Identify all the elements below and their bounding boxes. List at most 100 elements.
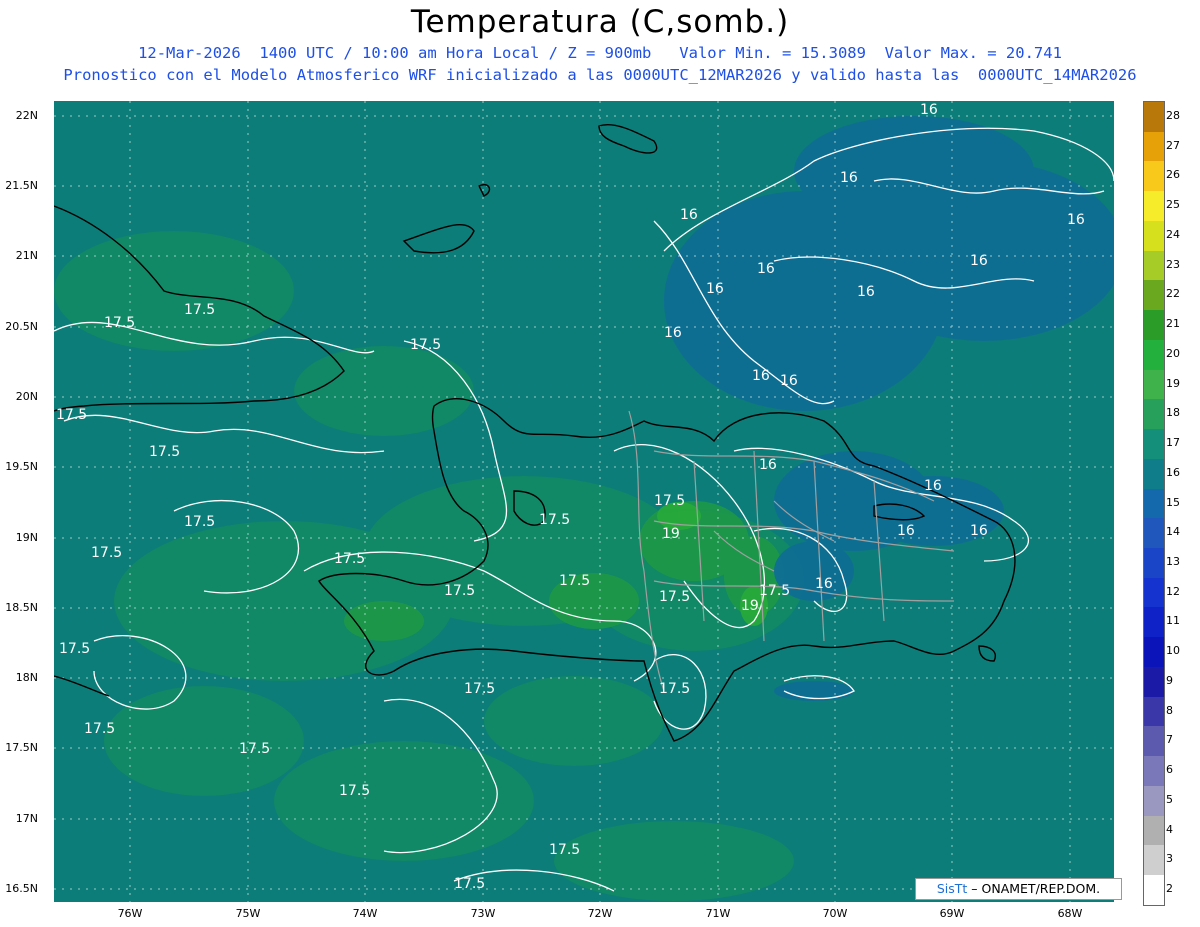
contour-label: 16	[1067, 212, 1085, 228]
contour-label: 17.5	[149, 444, 180, 460]
color-scale-label: 9	[1166, 673, 1173, 687]
color-scale-label: 16	[1166, 465, 1180, 479]
color-scale-segment	[1144, 756, 1164, 786]
brand-label: SisTt	[936, 881, 968, 896]
contour-label: 17.5	[559, 573, 590, 589]
color-scale-segment	[1144, 785, 1164, 816]
color-scale-label: 12	[1166, 584, 1180, 598]
color-scale-segment	[1144, 607, 1164, 638]
contour-label: 17.5	[464, 681, 495, 697]
color-scale-segment	[1144, 666, 1164, 697]
contour-label: 16	[780, 373, 798, 389]
lon-label: 75W	[235, 907, 261, 920]
contour-label: 17.5	[454, 876, 485, 892]
lon-label: 74W	[352, 907, 378, 920]
color-scale-label: 5	[1166, 792, 1173, 806]
contour-label: 16	[924, 478, 942, 494]
lon-label: 70W	[822, 907, 848, 920]
contour-label: 16	[757, 261, 775, 277]
contour-label: 16	[680, 207, 698, 223]
color-scale-segment	[1144, 161, 1164, 192]
color-scale-label: 18	[1166, 406, 1180, 420]
lat-label: 17N	[15, 812, 38, 825]
color-scale-segment	[1144, 726, 1164, 757]
color-scale-label: 2	[1166, 882, 1173, 896]
color-scale-label: 28	[1166, 108, 1180, 122]
color-scale-segment	[1144, 280, 1164, 311]
contour-label: 16	[759, 457, 777, 473]
color-scale-segment	[1144, 875, 1164, 905]
lat-label: 16.5N	[5, 882, 38, 895]
contour-label: 16	[706, 281, 724, 297]
lon-label: 73W	[470, 907, 496, 920]
lon-label: 71W	[705, 907, 731, 920]
contour-label: 17.5	[91, 545, 122, 561]
color-scale-label: 23	[1166, 257, 1180, 271]
color-scale-label: 25	[1166, 198, 1180, 212]
color-scale-label: 7	[1166, 733, 1173, 747]
contour-label: 16	[840, 170, 858, 186]
color-scale-segment	[1144, 339, 1164, 370]
color-scale-label: 14	[1166, 525, 1180, 539]
color-scale-segment	[1144, 577, 1164, 608]
lat-label: 20.5N	[5, 320, 38, 333]
color-scale-segment	[1144, 220, 1164, 251]
color-scale-segment	[1144, 458, 1164, 489]
contour-label: 16	[920, 102, 938, 118]
lat-label: 19N	[15, 531, 38, 544]
color-scale-label: 15	[1166, 495, 1180, 509]
contour-label: 16	[970, 523, 988, 539]
color-scale-segment	[1144, 369, 1164, 400]
color-scale-label: 4	[1166, 822, 1173, 836]
color-scale-label: 3	[1166, 852, 1173, 866]
color-scale-segment	[1144, 548, 1164, 578]
contour-label: 16	[664, 325, 682, 341]
color-scale-label: 6	[1166, 763, 1173, 777]
color-scale-label: 20	[1166, 346, 1180, 360]
org-label: – ONAMET/REP.DOM.	[971, 881, 1101, 896]
contour-label: 17.5	[549, 842, 580, 858]
color-scale-segment	[1144, 488, 1164, 519]
contour-label: 16	[857, 284, 875, 300]
contour-label: 17.5	[104, 315, 135, 331]
color-scale-segment	[1144, 310, 1164, 340]
contour-label: 17.5	[539, 512, 570, 528]
contour-label: 19	[662, 526, 680, 542]
temperature-map: 17.5 17.5 17.5 17.5 17.5 17.5 17.5 17.5 …	[54, 101, 1114, 902]
lon-label: 76W	[117, 907, 143, 920]
contour-label: 17.5	[184, 302, 215, 318]
contour-label: 17.5	[659, 681, 690, 697]
color-scale-segment	[1144, 131, 1164, 162]
color-scale-segment	[1144, 250, 1164, 281]
lat-label: 18N	[15, 671, 38, 684]
color-scale-label: 24	[1166, 227, 1180, 241]
lon-label: 72W	[587, 907, 613, 920]
lat-label: 22N	[15, 109, 38, 122]
map-title: Temperatura (C,somb.)	[410, 4, 790, 40]
contour-label: 17.5	[444, 583, 475, 599]
color-scale-label: 17	[1166, 436, 1180, 450]
contour-label: 16	[752, 368, 770, 384]
color-scale-segment	[1144, 696, 1164, 727]
contour-label: 16	[815, 576, 833, 592]
forecast-time-info: 12-Mar-2026 1400 UTC / 10:00 am Hora Loc…	[138, 44, 1062, 62]
color-scale-label: 8	[1166, 703, 1173, 717]
lat-label: 19.5N	[5, 460, 38, 473]
lon-label: 69W	[939, 907, 965, 920]
color-scale-segment	[1144, 191, 1164, 221]
color-scale-segment	[1144, 518, 1164, 549]
color-scale-label: 27	[1166, 138, 1180, 152]
color-scale-label: 26	[1166, 168, 1180, 182]
contour-label: 17.5	[59, 641, 90, 657]
color-scale-label: 22	[1166, 287, 1180, 301]
color-scale-label: 19	[1166, 376, 1180, 390]
contour-label: 17.5	[654, 493, 685, 509]
contour-label: 17.5	[84, 721, 115, 737]
contour-label: 17.5	[184, 514, 215, 530]
model-info: Pronostico con el Modelo Atmosferico WRF…	[63, 66, 1137, 84]
lat-label: 17.5N	[5, 741, 38, 754]
color-scale-segment	[1144, 102, 1164, 132]
contour-label: 17.5	[334, 551, 365, 567]
credit-box: SisTt – ONAMET/REP.DOM.	[915, 878, 1122, 900]
color-scale-segment	[1144, 399, 1164, 430]
